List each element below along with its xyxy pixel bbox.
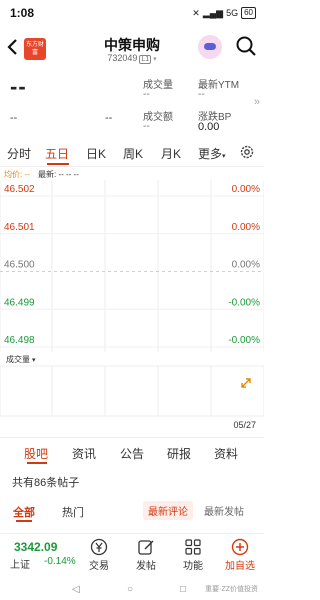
status-icons: ✕ ▂▄▆ 5G 60 xyxy=(192,7,256,19)
y-tick-label: 46.498 xyxy=(4,335,35,346)
tab-more-label: 更多 xyxy=(198,147,223,161)
signal-icon: ▂▄▆ xyxy=(202,7,224,18)
active-section-indicator xyxy=(27,462,47,464)
sort-latest-post[interactable]: 最新发帖 xyxy=(199,501,249,520)
add-watchlist-label: 加自选 xyxy=(225,561,255,572)
nav-back-icon[interactable]: ◁ xyxy=(72,584,80,595)
post-button[interactable]: 发帖 xyxy=(128,538,164,572)
active-tab-indicator xyxy=(47,163,69,165)
tab-forum[interactable]: 股吧 xyxy=(24,445,48,462)
filter-hot[interactable]: 热门 xyxy=(62,504,84,520)
index-name[interactable]: 上证 xyxy=(10,556,30,571)
app-header: 中策申购 732049 L1 ▾ 东方财富 xyxy=(0,28,264,68)
trade-button[interactable]: 交易 xyxy=(81,538,117,572)
caret-down-icon: ▾ xyxy=(222,153,226,160)
volume-chart-svg xyxy=(0,365,265,417)
ytm-value: -- xyxy=(198,89,205,100)
status-bar: 1:08 ✕ ▂▄▆ 5G 60 xyxy=(0,0,264,26)
functions-button[interactable]: 功能 xyxy=(175,538,211,572)
code-text: 732049 xyxy=(107,53,138,63)
pct-tick-label: -0.00% xyxy=(228,297,260,308)
period-tabs: 分时 五日 日K 周K 月K 更多▾ xyxy=(0,141,264,167)
amount-value: -- xyxy=(143,121,150,132)
chevron-left-icon xyxy=(7,39,17,55)
edit-post-icon xyxy=(138,540,154,555)
y-tick-label: 46.502 xyxy=(4,184,35,195)
expand-icon xyxy=(241,378,251,388)
posts-count: 共有86条帖子 xyxy=(12,477,80,489)
tab-profile[interactable]: 资料 xyxy=(214,445,238,462)
y-tick-label: 46.500 xyxy=(4,260,35,271)
functions-label: 功能 xyxy=(183,561,203,572)
double-chevron-right-icon[interactable]: » xyxy=(254,96,260,108)
pct-tick-label: -0.00% xyxy=(228,335,260,346)
tab-five-day[interactable]: 五日 xyxy=(45,145,69,162)
chart-legend: 均价: -- 最新: -- -- -- xyxy=(4,169,79,180)
index-change[interactable]: -0.14% xyxy=(44,556,76,567)
post-filter-bar: 全部 热门 最新评论 最新发帖 xyxy=(0,498,264,524)
bottom-action-bar: 3342.09 上证 -0.14% 交易 发帖 功能 加自选 xyxy=(0,533,264,577)
latest-price-label: 最新: -- -- -- xyxy=(38,170,79,179)
pct-tick-label: 0.00% xyxy=(232,222,260,233)
plus-circle-icon xyxy=(231,538,249,556)
network-label: 5G xyxy=(226,8,239,18)
mute-icon: ✕ xyxy=(192,7,200,18)
expand-chart-button[interactable] xyxy=(239,376,253,395)
tab-intraday[interactable]: 分时 xyxy=(7,145,31,162)
filter-all[interactable]: 全部 xyxy=(13,504,35,520)
battery-icon: 60 xyxy=(241,7,256,19)
pct-tick-label: 0.00% xyxy=(232,184,260,195)
last-price: -- xyxy=(10,74,27,99)
content-section-tabs: 股吧 资讯 公告 研报 资料 xyxy=(0,437,264,465)
add-watchlist-button[interactable]: 加自选 xyxy=(222,538,258,572)
volume-chart-label[interactable]: 成交量 ▾ xyxy=(6,354,35,365)
tab-monthly-k[interactable]: 月K xyxy=(161,145,181,162)
volume-value: -- xyxy=(143,89,150,100)
assistant-avatar[interactable] xyxy=(198,35,222,59)
tab-news[interactable]: 资讯 xyxy=(72,445,96,462)
volume-chart-label-text: 成交量 xyxy=(6,355,30,364)
gear-icon xyxy=(240,145,254,159)
tab-weekly-k[interactable]: 周K xyxy=(123,145,143,162)
status-time: 1:08 xyxy=(10,6,35,20)
bp-value: 0.00 xyxy=(198,121,220,133)
nav-recents-icon[interactable]: □ xyxy=(180,584,186,595)
quote-panel: -- -- -- 成交量 -- 成交额 -- 最新YTM -- 涨跌BP 0.0… xyxy=(0,72,264,136)
chart-settings-button[interactable] xyxy=(239,144,255,165)
sort-latest-comment[interactable]: 最新评论 xyxy=(143,501,193,520)
y-tick-label: 46.499 xyxy=(4,297,35,308)
avg-price-label: 均价: -- xyxy=(4,170,30,179)
grid-apps-icon xyxy=(185,539,201,555)
tab-announcements[interactable]: 公告 xyxy=(120,445,144,462)
tab-research[interactable]: 研报 xyxy=(167,445,191,462)
caret-down-icon: ▾ xyxy=(30,357,36,364)
tab-more[interactable]: 更多▾ xyxy=(198,145,226,162)
x-axis-end-label: 05/27 xyxy=(233,420,256,430)
tab-daily-k[interactable]: 日K xyxy=(86,145,106,162)
price-change-pct: -- xyxy=(105,112,113,124)
y-tick-label: 46.501 xyxy=(4,222,35,233)
yen-trade-icon xyxy=(90,538,108,556)
search-icon xyxy=(236,36,256,56)
back-button[interactable] xyxy=(6,38,18,60)
search-button[interactable] xyxy=(235,35,257,57)
price-chart-svg: 46.502 0.00% 46.501 0.00% 46.500 0.00% 46.499 -… xyxy=(0,180,265,352)
market-tag: L1 xyxy=(139,55,152,64)
volume-chart[interactable]: 成交量 ▾ xyxy=(0,352,265,436)
index-value[interactable]: 3342.09 xyxy=(14,540,57,554)
price-change: -- xyxy=(10,112,18,124)
active-filter-indicator xyxy=(16,520,32,522)
watermark: 重要·ZZ价值投资 xyxy=(205,586,258,593)
nav-home-icon[interactable]: ○ xyxy=(127,584,133,595)
pct-tick-label: 0.00% xyxy=(232,260,260,271)
post-label: 发帖 xyxy=(136,561,156,572)
app-logo[interactable]: 东方财富 xyxy=(24,38,46,60)
trade-label: 交易 xyxy=(89,561,109,572)
price-chart[interactable]: 46.502 0.00% 46.501 0.00% 46.500 0.00% 46.499 -… xyxy=(0,180,265,355)
caret-down-icon: ▾ xyxy=(151,56,157,63)
